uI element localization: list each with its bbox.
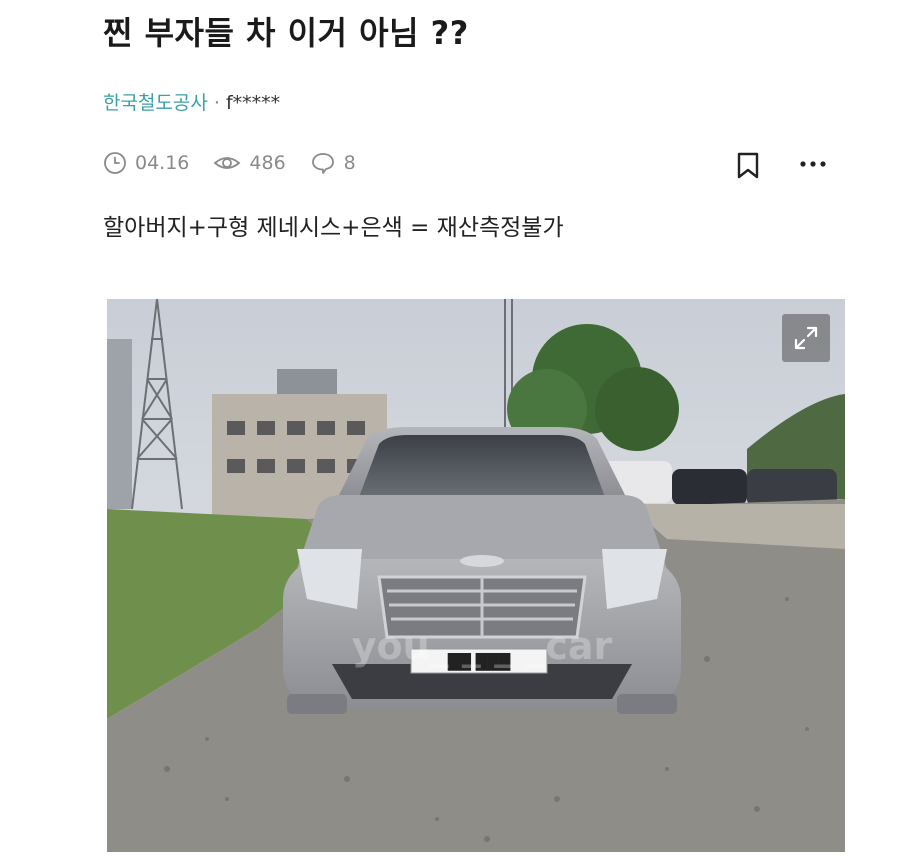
views-stat: 486 [213, 151, 286, 175]
post-photo[interactable]: ██ ███ you_ _ _ _car [107, 299, 845, 852]
company-name[interactable]: 한국철도공사 [103, 92, 208, 114]
post-stats: 04.16 486 8 [103, 148, 380, 178]
clock-icon [104, 152, 126, 174]
bookmark-icon[interactable] [736, 152, 760, 180]
car-photo-illustration: ██ ███ you_ _ _ _car [107, 299, 845, 852]
expand-icon [794, 326, 818, 350]
eye-icon [213, 157, 241, 169]
more-icon[interactable] [800, 160, 826, 168]
post-body: 할아버지+구형 제네시스+은색 = 재산측정불가 [103, 215, 564, 241]
post-date: 04.16 [135, 152, 190, 174]
comment-count: 8 [343, 152, 356, 174]
separator: · [213, 92, 220, 114]
post-title: 찐 부자들 차 이거 아님 ?? [103, 14, 469, 52]
photo-watermark: you_ _ _ _car [352, 624, 613, 668]
comment-icon [311, 153, 334, 174]
view-count: 486 [249, 152, 286, 174]
author-line: 한국철도공사 · f***** [103, 88, 280, 115]
author-name[interactable]: f***** [226, 92, 280, 114]
date-stat: 04.16 [103, 151, 189, 175]
expand-button[interactable] [782, 314, 830, 362]
comments-stat[interactable]: 8 [310, 151, 356, 175]
